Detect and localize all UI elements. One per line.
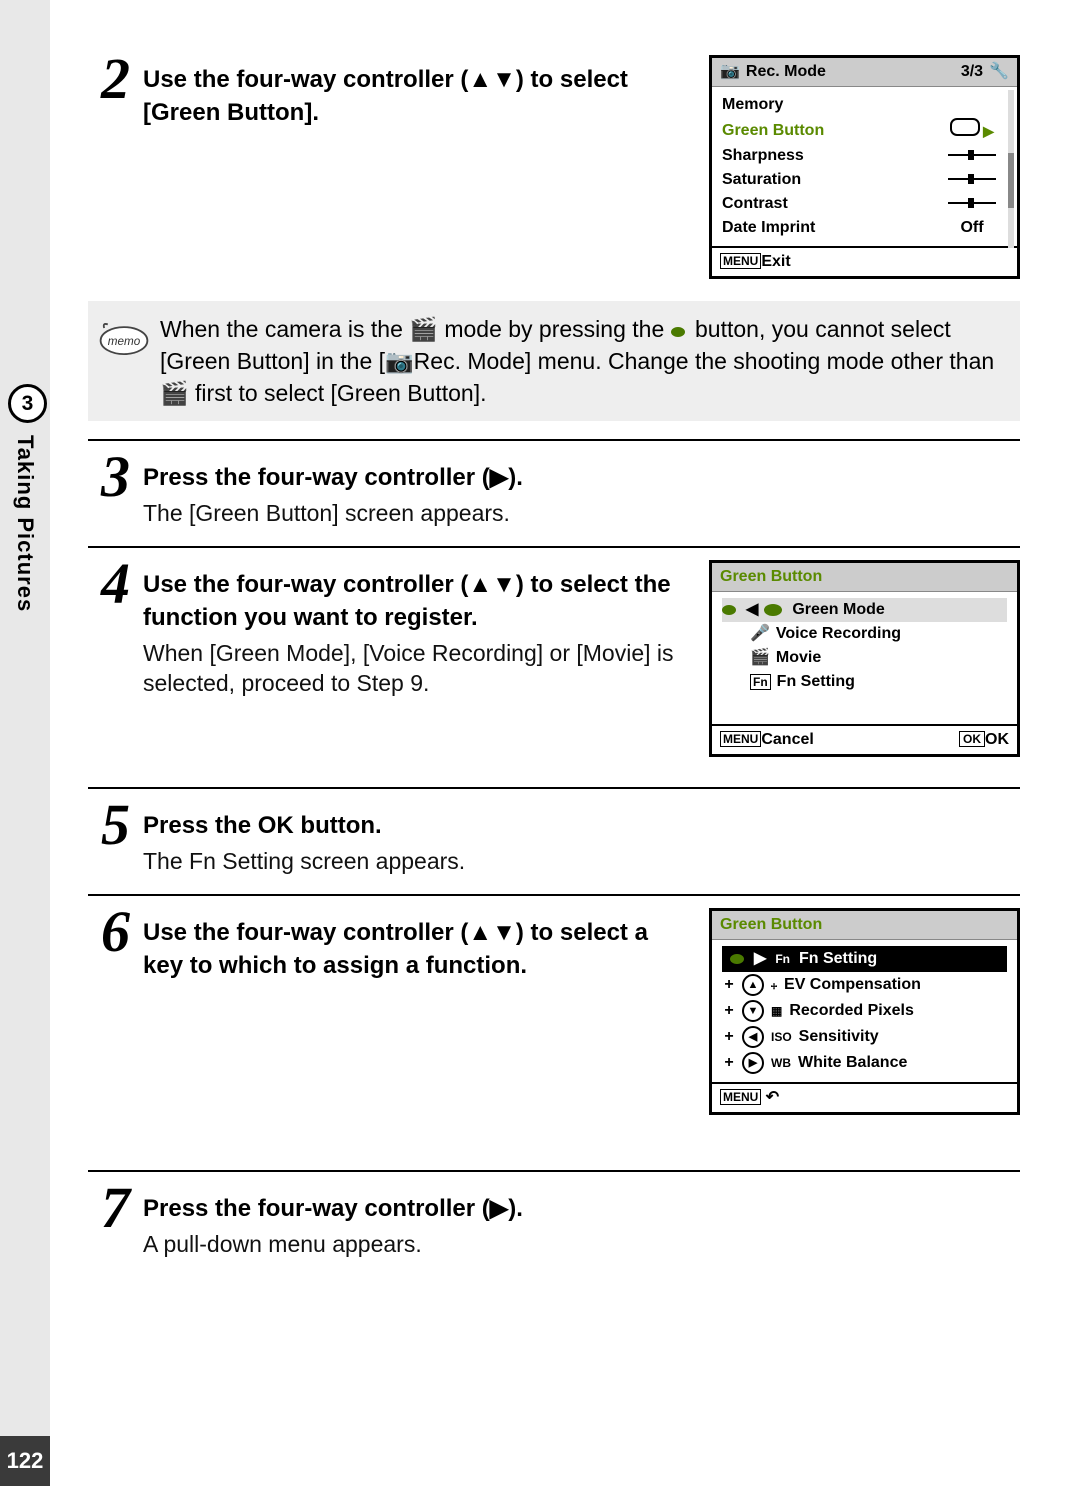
option-row: ◀Green Mode bbox=[722, 598, 1007, 622]
step-4: 4 Use the four-way controller (▲▼) to se… bbox=[88, 560, 693, 698]
fn-assign-row: +▲ ⧾EV Compensation bbox=[722, 972, 1007, 998]
movie-mode-icon: 🎬 bbox=[160, 380, 189, 406]
menu-row: Saturation bbox=[722, 168, 1007, 192]
left-margin: 3 Taking Pictures 122 bbox=[0, 0, 50, 1486]
screen3-selected-row: ▶ Fn Fn Setting bbox=[722, 946, 1007, 972]
menu-row: Sharpness bbox=[722, 144, 1007, 168]
step-7-desc: A pull-down menu appears. bbox=[143, 1229, 1020, 1259]
step-5-title: Press the OK button. bbox=[143, 809, 1020, 842]
ok-button-label: OK bbox=[959, 731, 985, 747]
option-row: 🎤Voice Recording bbox=[722, 622, 1007, 646]
step-3-desc: The [Green Button] screen appears. bbox=[143, 498, 1020, 528]
step-5-desc: The Fn Setting screen appears. bbox=[143, 846, 1020, 876]
step-3-number: 3 bbox=[88, 453, 143, 501]
back-arrow-icon: ↶ bbox=[766, 1089, 779, 1106]
scrollbar bbox=[1008, 90, 1014, 248]
step-6: 6 Use the four-way controller (▲▼) to se… bbox=[88, 908, 693, 982]
step-2-title: Use the four-way controller (▲▼) to sele… bbox=[143, 63, 693, 129]
step-6-title: Use the four-way controller (▲▼) to sele… bbox=[143, 916, 693, 982]
menu-row: Green Button▶ bbox=[722, 117, 1007, 144]
fn-icon: Fn bbox=[772, 951, 793, 967]
screen1-exit: Exit bbox=[761, 253, 790, 270]
menu-button-label: MENU bbox=[720, 1089, 761, 1105]
fn-assign-row: +▼ ▦Recorded Pixels bbox=[722, 998, 1007, 1024]
step-7-number: 7 bbox=[88, 1184, 143, 1232]
svg-text:memo: memo bbox=[108, 335, 141, 348]
memo-note: memo When the camera is the 🎬 mode by pr… bbox=[88, 301, 1020, 421]
tool-icon: 🔧 bbox=[989, 61, 1009, 83]
camera-icon: 📷 bbox=[385, 348, 414, 374]
page-number: 122 bbox=[0, 1436, 50, 1486]
option-row: FnFn Setting bbox=[722, 670, 1007, 694]
movie-mode-icon: 🎬 bbox=[409, 316, 438, 342]
step-7-title: Press the four-way controller (▶). bbox=[143, 1192, 1020, 1225]
menu-row: Contrast bbox=[722, 192, 1007, 216]
green-button-icon bbox=[671, 327, 685, 337]
step-5-number: 5 bbox=[88, 801, 143, 849]
fn-assign-row: +▶ WBWhite Balance bbox=[722, 1050, 1007, 1076]
step-4-desc: When [Green Mode], [Voice Recording] or … bbox=[143, 638, 693, 698]
memo-icon: memo bbox=[88, 313, 160, 365]
fn-assign-row: +◀ ISOSensitivity bbox=[722, 1024, 1007, 1050]
screen3-title: Green Button bbox=[712, 911, 1017, 940]
step-5: 5 Press the OK button. The Fn Setting sc… bbox=[88, 801, 1020, 876]
screen3-topline: Fn Setting bbox=[799, 948, 877, 970]
step-2: 2 Use the four-way controller (▲▼) to se… bbox=[88, 55, 693, 129]
green-button-icon bbox=[730, 954, 744, 964]
menu-button-label: MENU bbox=[720, 731, 761, 747]
step-4-title: Use the four-way controller (▲▼) to sele… bbox=[143, 568, 693, 634]
menu-button-label: MENU bbox=[720, 253, 761, 269]
section-title: Taking Pictures bbox=[12, 435, 38, 612]
step-2-number: 2 bbox=[88, 55, 143, 103]
chapter-number: 3 bbox=[8, 384, 47, 423]
step-3-title: Press the four-way controller (▶). bbox=[143, 461, 1020, 494]
step-7: 7 Press the four-way controller (▶). A p… bbox=[88, 1184, 1020, 1259]
option-row: 🎬Movie bbox=[722, 646, 1007, 670]
screen1-page: 3/3 bbox=[961, 61, 983, 83]
lcd-rec-mode-menu: 📷 Rec. Mode 3/3 🔧 MemoryGreen Button▶Sha… bbox=[709, 55, 1020, 279]
step-6-number: 6 bbox=[88, 908, 143, 956]
menu-row: Date ImprintOff bbox=[722, 216, 1007, 240]
camera-icon: 📷 bbox=[720, 61, 740, 83]
lcd-green-button-menu: Green Button ◀Green Mode🎤Voice Recording… bbox=[709, 560, 1020, 757]
step-4-number: 4 bbox=[88, 560, 143, 608]
lcd-fn-setting-menu: Green Button ▶ Fn Fn Setting +▲ ⧾EV Comp… bbox=[709, 908, 1020, 1115]
step-3: 3 Press the four-way controller (▶). The… bbox=[88, 453, 1020, 528]
screen1-title: Rec. Mode bbox=[746, 61, 826, 83]
screen2-cancel: Cancel bbox=[761, 731, 813, 748]
menu-row: Memory bbox=[722, 93, 1007, 117]
screen2-ok: OK bbox=[985, 731, 1009, 748]
memo-text: When the camera is the 🎬 mode by pressin… bbox=[160, 313, 1006, 409]
screen2-title: Green Button bbox=[712, 563, 1017, 592]
